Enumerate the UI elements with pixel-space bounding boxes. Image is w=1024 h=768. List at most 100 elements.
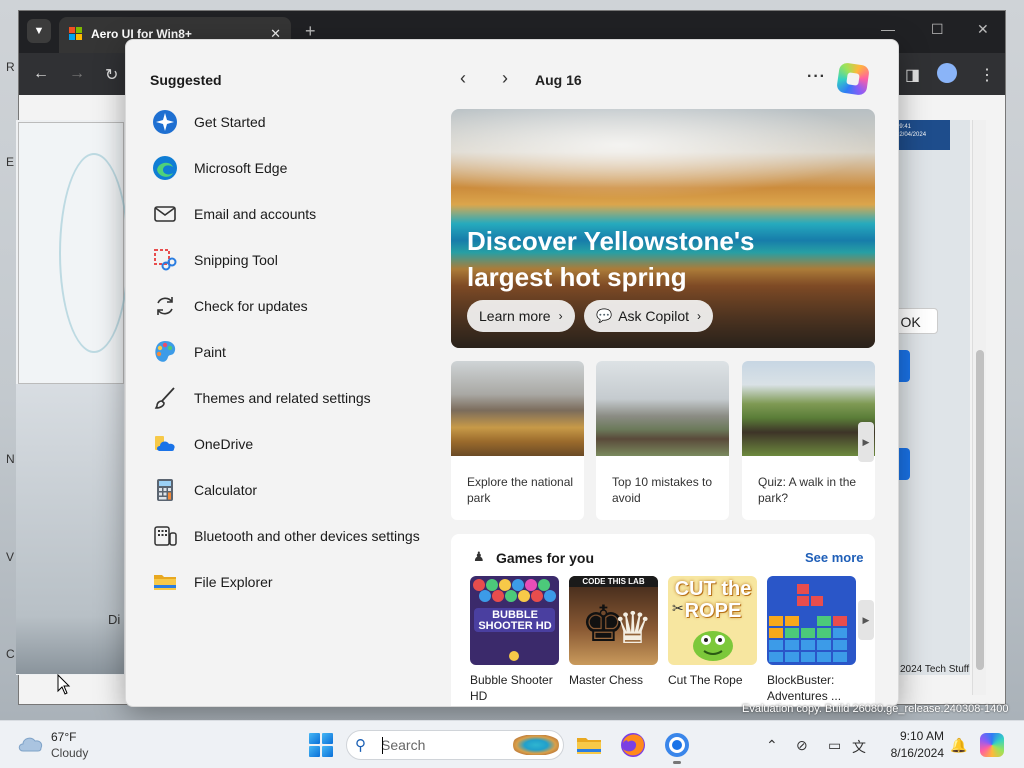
desktop-fragment: R	[6, 60, 15, 74]
app-paint[interactable]: Paint	[152, 332, 442, 372]
windows-logo-pane	[322, 733, 333, 744]
feed-card[interactable]: Quiz: A walk in the park?	[742, 361, 875, 520]
games-scroll-right-button[interactable]: ▶	[858, 600, 874, 640]
start-flyout: Suggested Get Started Microsoft Edge Ema…	[125, 39, 899, 707]
weather-temperature[interactable]: 67°F	[51, 730, 76, 744]
game-tile-bubble-shooter[interactable]: BUBBLE SHOOTER HD	[470, 576, 559, 665]
refresh-icon	[152, 293, 178, 319]
search-input[interactable]	[381, 735, 511, 755]
windows-logo-pane	[309, 733, 320, 744]
app-onedrive[interactable]: OneDrive	[152, 424, 442, 464]
vm-image: Di	[16, 384, 124, 674]
chevron-right-icon: ›	[558, 309, 563, 323]
taskbar-search-box[interactable]: ⚲	[346, 730, 564, 760]
clock-time[interactable]: 9:10 AM	[884, 729, 944, 743]
cards-scroll-right-button[interactable]: ▶	[858, 422, 874, 462]
show-hidden-icons-chevron-icon[interactable]: ⌃	[766, 737, 778, 754]
ask-copilot-button[interactable]: 💬 Ask Copilot ›	[584, 300, 713, 332]
next-day-button[interactable]: ›	[502, 68, 508, 89]
language-icon[interactable]: 文	[852, 737, 866, 757]
game-tile-text: BUBBLE SHOOTER HD	[478, 609, 552, 632]
app-calculator[interactable]: Calculator	[152, 470, 442, 510]
app-bluetooth-settings[interactable]: Bluetooth and other devices settings	[152, 516, 442, 556]
search-icon: ⚲	[355, 737, 366, 754]
game-tile-cut-the-rope[interactable]: CUT the ROPE ✂	[668, 576, 757, 665]
profile-avatar-icon[interactable]	[937, 63, 957, 83]
forward-icon[interactable]: →	[69, 65, 85, 83]
game-controller-icon: ♟	[473, 549, 485, 564]
app-microsoft-edge[interactable]: Microsoft Edge	[152, 148, 442, 188]
feed-card[interactable]: Explore the national park	[451, 361, 584, 520]
windows-logo-pane	[309, 746, 320, 757]
hero-card[interactable]: Discover Yellowstone's largest hot sprin…	[451, 109, 875, 348]
card-title: Top 10 mistakes to avoid	[612, 475, 713, 505]
chat-bubble-icon: 💬	[596, 308, 613, 323]
scrollbar-thumb[interactable]	[976, 350, 984, 670]
weather-condition[interactable]: Cloudy	[51, 746, 88, 760]
maximize-button[interactable]: ☐	[931, 21, 944, 38]
partial-text: Di	[108, 612, 121, 627]
mail-icon	[152, 201, 178, 227]
copyright-text: 2024 Tech Stuff	[900, 664, 970, 675]
game-tile-text: CODE THIS LAB	[569, 576, 658, 587]
game-tile-text: CUT the ROPE	[674, 578, 752, 622]
menu-icon[interactable]: ⋮	[979, 65, 995, 85]
copilot-taskbar-icon[interactable]	[980, 733, 1004, 757]
onedrive-icon	[152, 431, 178, 457]
game-tile-master-chess[interactable]: CODE THIS LAB ♚ ♛	[569, 576, 658, 665]
clock-date[interactable]: 8/16/2024	[884, 746, 944, 760]
game-name: BlockBuster: Adventures ...	[767, 673, 842, 703]
ask-copilot-label: Ask Copilot	[618, 308, 689, 324]
hero-image-steam	[451, 109, 875, 199]
game-tile-blockbuster[interactable]	[767, 576, 856, 665]
app-email-and-accounts[interactable]: Email and accounts	[152, 194, 442, 234]
windows-logo-pane	[322, 746, 333, 757]
page-scrollbar[interactable]	[972, 120, 986, 695]
chrome-taskbar-icon[interactable]	[663, 731, 691, 764]
wallpaper-swirl	[59, 153, 129, 353]
see-more-link[interactable]: See more	[805, 550, 864, 565]
desktop-fragment: V	[6, 550, 15, 564]
brush-icon	[152, 385, 178, 411]
learn-more-button[interactable]: Learn more ›	[467, 300, 575, 332]
more-options-button[interactable]: ···	[807, 68, 826, 86]
start-button[interactable]	[309, 733, 333, 757]
app-label: Get Started	[194, 114, 266, 130]
file-explorer-taskbar-icon[interactable]	[575, 731, 603, 759]
app-get-started[interactable]: Get Started	[152, 102, 442, 142]
calculator-icon	[152, 477, 178, 503]
card-image	[742, 361, 875, 456]
app-file-explorer[interactable]: File Explorer	[152, 562, 442, 602]
search-highlight-image[interactable]	[513, 735, 559, 755]
side-panel-icon[interactable]: ◨	[905, 65, 920, 85]
app-label: Microsoft Edge	[194, 160, 288, 176]
games-section: ♟ Games for you See more BUBBLE SHOOTER …	[451, 534, 875, 706]
minimize-button[interactable]: —	[881, 21, 895, 37]
card-image	[451, 361, 584, 456]
learn-more-label: Learn more	[479, 308, 551, 324]
app-label: Paint	[194, 344, 226, 360]
suggested-heading: Suggested	[150, 72, 222, 88]
card-title: Quiz: A walk in the park?	[758, 475, 857, 505]
notification-bell-icon[interactable]: 🔔	[950, 737, 967, 754]
app-check-for-updates[interactable]: Check for updates	[152, 286, 442, 326]
vm-desktop-preview	[18, 122, 129, 384]
display-icon[interactable]: ▭	[828, 737, 841, 754]
app-label: Check for updates	[194, 298, 308, 314]
snipping-tool-icon	[152, 247, 178, 273]
reload-icon[interactable]: ↻	[105, 65, 118, 85]
previous-day-button[interactable]: ‹	[460, 68, 466, 89]
feed-card[interactable]: Top 10 mistakes to avoid	[596, 361, 729, 520]
network-disconnected-icon[interactable]: ⊘	[796, 737, 808, 754]
text-caret	[382, 737, 383, 754]
back-icon[interactable]: ←	[33, 65, 49, 83]
app-themes-settings[interactable]: Themes and related settings	[152, 378, 442, 418]
cloud-icon[interactable]	[16, 732, 44, 754]
tab-search-button[interactable]: ▼	[27, 19, 51, 43]
vm-clock: 09:41 02/04/2024	[896, 124, 927, 138]
windows-flag-icon	[69, 27, 83, 41]
copilot-icon[interactable]	[836, 62, 870, 96]
close-button[interactable]: ✕	[977, 21, 989, 38]
firefox-taskbar-icon[interactable]	[619, 731, 647, 759]
app-snipping-tool[interactable]: Snipping Tool	[152, 240, 442, 280]
